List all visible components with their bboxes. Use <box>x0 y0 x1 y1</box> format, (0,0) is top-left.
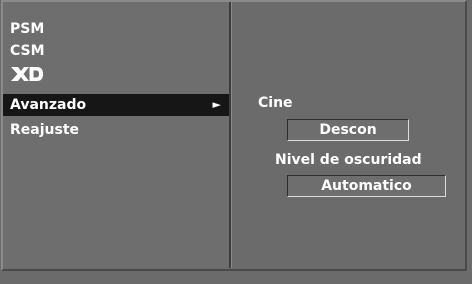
cine-value: Descon <box>319 122 377 138</box>
menu-item-label: Avanzado <box>10 97 87 113</box>
black-level-value-box[interactable]: Automatico <box>287 175 446 197</box>
menu-item-reajuste[interactable]: Reajuste <box>3 119 229 141</box>
osd-screen: PSM CSM Avanzado ► Reajuste Cine Descon … <box>0 0 472 284</box>
main-menu-panel: PSM CSM Avanzado ► Reajuste <box>3 2 231 268</box>
panel-divider <box>231 2 232 268</box>
menu-item-csm[interactable]: CSM <box>3 40 229 62</box>
cine-value-box[interactable]: Descon <box>287 119 409 141</box>
menu-item-label: CSM <box>10 43 45 59</box>
menu-item-label: PSM <box>10 21 45 37</box>
cine-label: Cine <box>258 95 293 111</box>
xd-logo-icon <box>10 66 44 89</box>
black-level-label: Nivel de oscuridad <box>275 152 422 168</box>
menu-item-label: Reajuste <box>10 122 80 138</box>
menu-item-psm[interactable]: PSM <box>3 18 229 40</box>
submenu-arrow-icon: ► <box>212 98 221 111</box>
menu-item-xd[interactable] <box>3 62 229 84</box>
menu-item-avanzado[interactable]: Avanzado ► <box>3 94 229 116</box>
black-level-value: Automatico <box>321 178 412 194</box>
